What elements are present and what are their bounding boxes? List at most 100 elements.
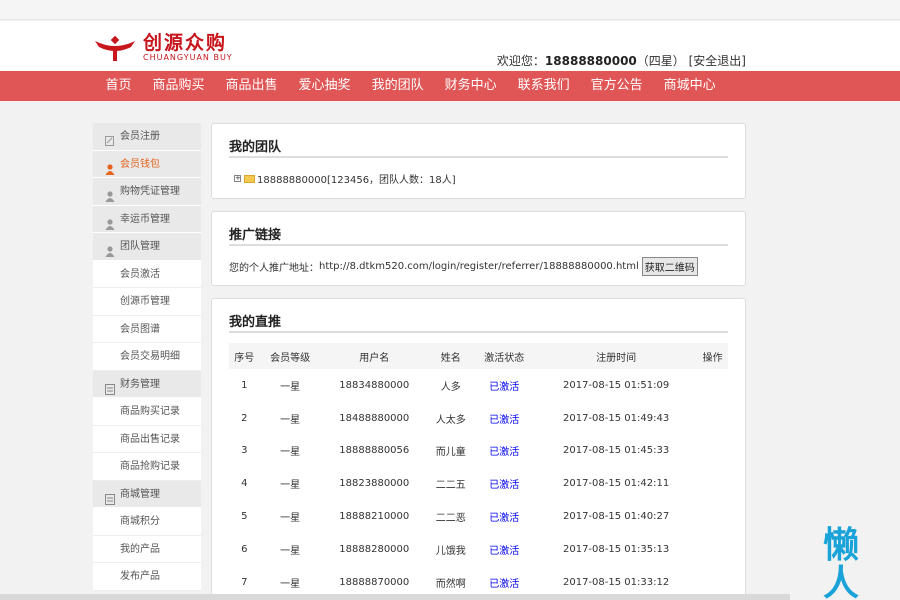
table-cell: 2017-08-15 01:45:33 [562, 445, 670, 457]
sidebar-item[interactable]: 购物凭证管理 [93, 178, 201, 206]
table-cell: 而儿童 [435, 447, 466, 459]
sidebar-item[interactable]: 发布产品 [93, 563, 201, 591]
sidebar-item-label: 商城管理 [120, 488, 160, 500]
column-header: 序号 [229, 343, 260, 369]
promo-url[interactable]: http://8.dtkm520.com/login/register/refe… [319, 261, 639, 272]
user-icon [105, 186, 115, 202]
table-cell: 6 [241, 543, 248, 555]
sidebar-item[interactable]: 幸运币管理 [93, 205, 201, 233]
direct-panel-title: 我的直推 [229, 311, 728, 333]
expand-icon[interactable]: + [234, 175, 241, 182]
sidebar-item-label: 创源币管理 [120, 296, 170, 307]
nav-item[interactable]: 我的团队 [361, 71, 434, 101]
finance-icon [105, 379, 115, 395]
table-row: 1 一星 18834880000 人多 已激活 2017-08-15 01:51:09 [229, 369, 728, 402]
table-cell: 2017-08-15 01:51:09 [562, 379, 670, 391]
logo-icon [95, 35, 135, 61]
nav-item[interactable]: 商城中心 [653, 71, 726, 101]
sidebar-item-label: 会员图谱 [120, 323, 160, 335]
sidebar-item[interactable]: 财务管理 [93, 370, 201, 398]
table-cell [697, 369, 728, 402]
watermark-cn: 懒人 [823, 525, 868, 600]
nav-item[interactable]: 财务中心 [434, 71, 507, 101]
sidebar-item-label: 财务管理 [120, 378, 160, 390]
table-cell [697, 402, 728, 435]
sidebar-item-label: 幸运币管理 [120, 213, 170, 225]
table-cell: 1 [241, 379, 248, 391]
table-cell: 2 [241, 412, 248, 424]
sidebar-item[interactable]: 会员注册 [93, 123, 201, 151]
finance-icon [105, 489, 115, 505]
nav-item[interactable]: 联系我们 [507, 71, 580, 101]
edit-icon [105, 131, 115, 146]
promo-panel-title: 推广链接 [229, 224, 728, 246]
sidebar: 会员注册会员钱包购物凭证管理 幸运币管理团队管理会员激活创源币管理会员图谱会员交易… [93, 123, 201, 591]
sidebar-item-label: 团队管理 [120, 241, 160, 252]
table-cell: 18888280000 [339, 543, 410, 555]
user-icon [105, 159, 115, 175]
table-row: 5 一星 18888210000 二二恶 已激活 2017-08-15 01:40:27 [229, 500, 728, 533]
sidebar-item[interactable]: 商品出售记录 [93, 425, 201, 453]
table-cell: 已激活 [489, 414, 520, 426]
table-cell: 二二五 [435, 480, 466, 492]
table-cell: 2017-08-15 01:40:27 [562, 511, 670, 523]
sidebar-item[interactable]: 会员交易明细 [93, 343, 201, 371]
table-cell: 一星 [280, 480, 301, 492]
nav-item[interactable]: 爱心抽奖 [288, 71, 361, 101]
sidebar-item-label: 商品购买记录 [120, 406, 180, 417]
sidebar-item[interactable]: 会员图谱 [93, 315, 201, 343]
get-qr-button[interactable]: 获取二维码 [641, 257, 698, 276]
sidebar-item[interactable]: 创源币管理 [93, 288, 201, 316]
team-tree: + 18888880000[123456，团队人数：18人] [234, 171, 456, 186]
sidebar-item[interactable]: 商城管理 [93, 480, 201, 508]
logout-link[interactable]: [安全退出] [689, 54, 746, 68]
team-root-node[interactable]: 18888880000[123456，团队人数：18人] [257, 171, 456, 186]
user-phone: 18888880000 [544, 54, 637, 68]
table-cell: 一星 [280, 513, 301, 525]
table-cell [697, 533, 728, 566]
sidebar-item[interactable]: 商品抢购记录 [93, 453, 201, 481]
table-cell: 4 [241, 478, 248, 490]
site-logo[interactable]: 创源众购 CHUANGYUAN BUY [93, 33, 233, 62]
team-panel-title: 我的团队 [229, 136, 728, 158]
promo-line: 您的个人推广地址： http://8.dtkm520.com/login/reg… [229, 257, 698, 276]
table-cell: 人多 [440, 381, 461, 393]
direct-panel: 我的直推 序号 会员等级 用户名 姓名 激活状态 注册时间 操作 1 一星 1883488000… [211, 298, 746, 600]
nav-item[interactable]: 商品购买 [142, 71, 215, 101]
column-header: 会员等级 [259, 343, 321, 369]
table-row: 6 一星 18888280000 儿饿我 已激活 2017-08-15 01:35:13 [229, 533, 728, 566]
nav-item[interactable]: 首页 [95, 71, 142, 101]
sidebar-item[interactable]: 会员钱包 [93, 150, 201, 178]
watermark: 懒人 lanrenzh [823, 527, 900, 600]
sidebar-item[interactable]: 团队管理 [93, 233, 201, 261]
table-header-row: 序号 会员等级 用户名 姓名 激活状态 注册时间 操作 [229, 343, 728, 369]
nav-item[interactable]: 商品出售 [215, 71, 288, 101]
nav-item[interactable]: 官方公告 [580, 71, 653, 101]
table-cell: 18823880000 [339, 478, 410, 490]
table-cell: 2017-08-15 01:35:13 [562, 543, 670, 555]
table-body: 1 一星 18834880000 人多 已激活 2017-08-15 01:51:09 2 一… [229, 369, 728, 599]
sidebar-item[interactable]: 商城积分 [93, 508, 201, 536]
sidebar-item-label: 购物凭证管理 [120, 186, 180, 197]
sidebar-item[interactable]: 商品购买记录 [93, 398, 201, 426]
sidebar-item-label: 会员注册 [120, 131, 160, 142]
logo-text: 创源众购 CHUANGYUAN BUY [143, 33, 233, 62]
column-header: 激活状态 [473, 343, 535, 369]
top-strip [0, 0, 900, 20]
welcome-prefix: 欢迎您： [496, 54, 545, 68]
sidebar-item[interactable]: 会员激活 [93, 260, 201, 288]
table-cell: 已激活 [489, 381, 520, 393]
sidebar-item-label: 会员钱包 [120, 158, 160, 170]
horizontal-scrollbar[interactable] [0, 594, 790, 600]
nav-list: 首页 商品购买 商品出售 爱心抽奖 我的团队 财务中心 联系我们 官方公告 商城中心 [95, 71, 726, 101]
user-icon [105, 214, 115, 230]
main-nav: 首页 商品购买 商品出售 爱心抽奖 我的团队 财务中心 联系我们 官方公告 商城中心 [0, 71, 900, 101]
table-cell: 已激活 [489, 513, 520, 525]
table-cell: 已激活 [489, 447, 520, 459]
table-cell: 18834880000 [339, 379, 410, 391]
folder-icon [244, 174, 255, 183]
sidebar-item[interactable]: 我的产品 [93, 535, 201, 563]
sidebar-item-label: 会员激活 [120, 268, 160, 280]
site-header: 创源众购 CHUANGYUAN BUY 欢迎您：18888880000（四星） … [0, 21, 900, 71]
team-panel: 我的团队 + 18888880000[123456，团队人数：18人] [211, 123, 746, 199]
